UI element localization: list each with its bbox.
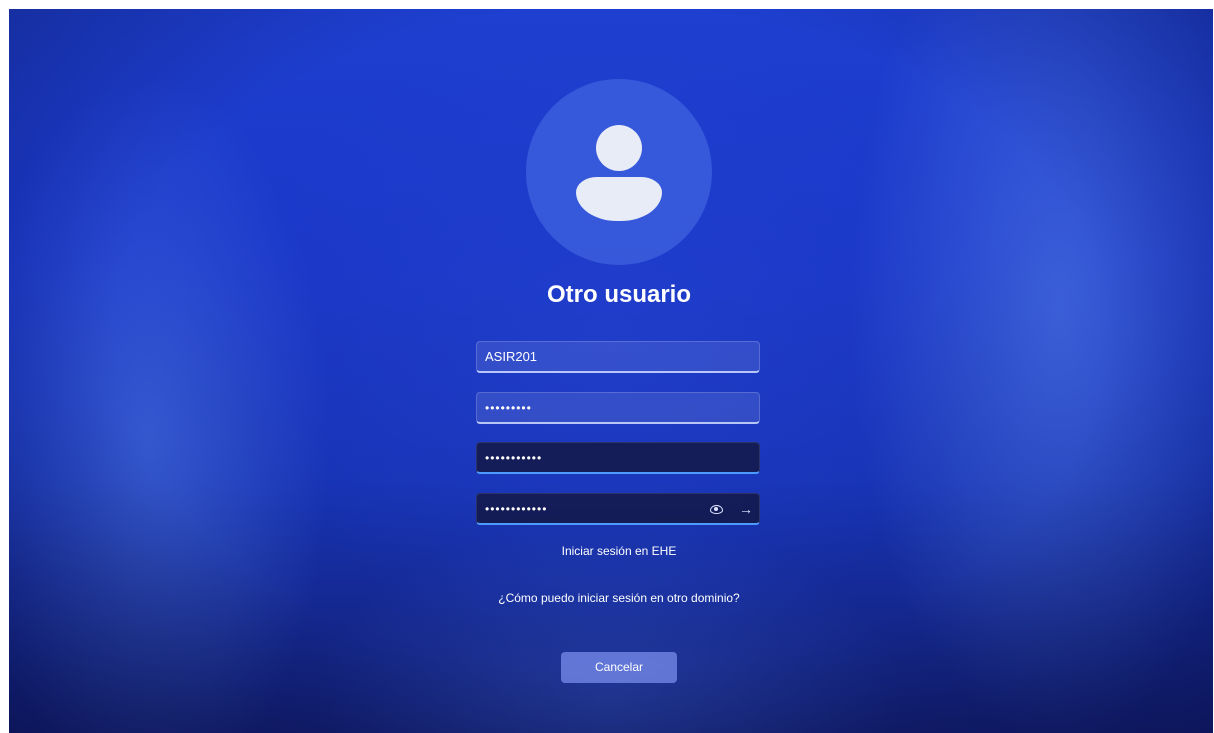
arrow-right-icon[interactable]: → [739, 494, 753, 523]
sign-in-domain-text: Iniciar sesión en EHE [561, 544, 677, 558]
new-password-field[interactable]: ••••••••••• [476, 442, 760, 474]
user-avatar [526, 79, 712, 265]
confirm-password-field[interactable]: •••••••••••• → [476, 493, 760, 525]
password-value: ••••••••• [485, 401, 532, 415]
lock-screen: Otro usuario ASIR201 ••••••••• •••••••••… [9, 9, 1213, 733]
avatar-head-icon [596, 125, 642, 171]
cancel-button[interactable]: Cancelar [561, 652, 677, 683]
username-value: ASIR201 [485, 349, 538, 364]
user-title: Otro usuario [546, 281, 691, 308]
password-field[interactable]: ••••••••• [476, 392, 760, 424]
field-controls: → [710, 494, 753, 523]
avatar-body-icon [576, 177, 662, 221]
username-field[interactable]: ASIR201 [476, 341, 760, 373]
eye-icon[interactable] [710, 504, 723, 514]
confirm-password-value: •••••••••••• [485, 502, 548, 516]
new-password-value: ••••••••••• [485, 451, 543, 465]
other-domain-link[interactable]: ¿Cómo puedo iniciar sesión en otro domin… [409, 591, 829, 605]
